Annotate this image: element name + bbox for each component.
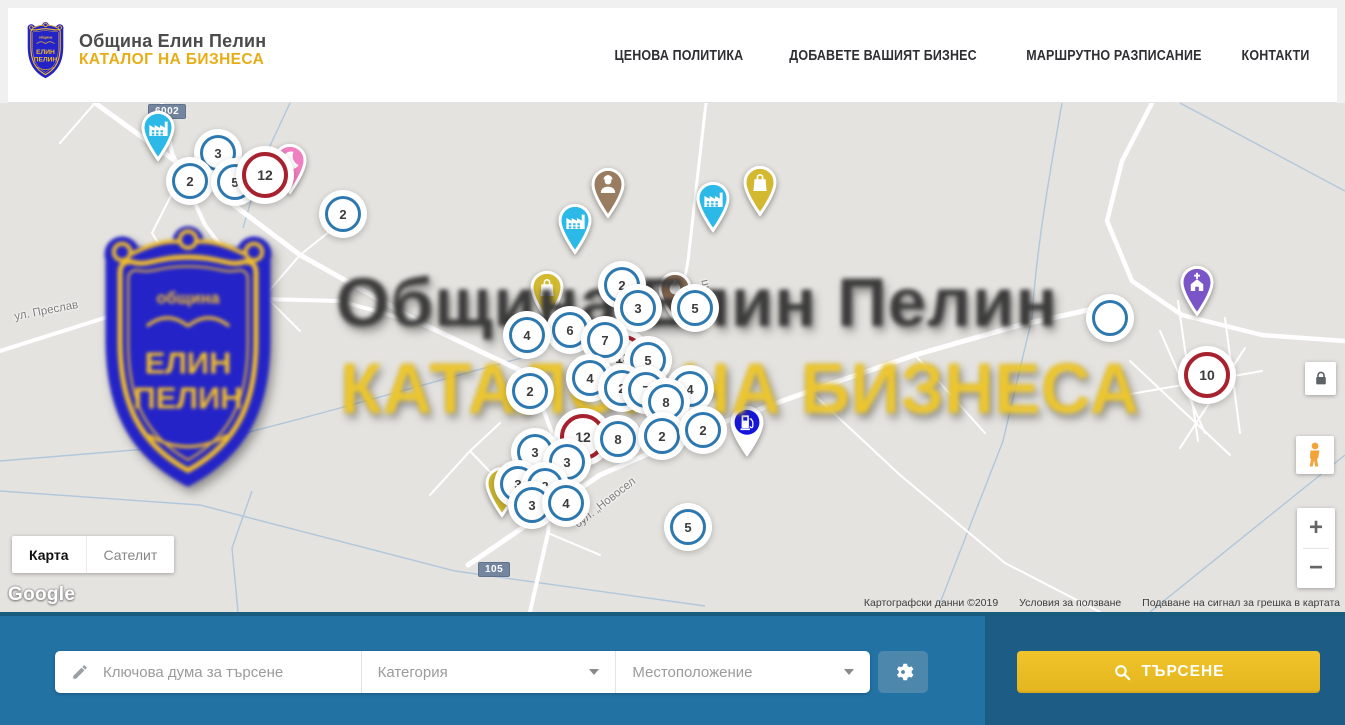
cluster-marker[interactable]: 4 (572, 360, 608, 396)
category-select-label: Категория (378, 664, 448, 681)
search-icon (1113, 663, 1132, 682)
cluster-marker[interactable]: 7 (587, 322, 623, 358)
search-bar: Категория Местоположение ТЪРСЕНЕ (0, 612, 1345, 725)
cluster-marker[interactable]: 4 (509, 317, 545, 353)
crest-name-line2: ПЕЛИН (34, 56, 58, 63)
map-attribution: Картографски данни ©2019 Условия за полз… (846, 597, 1340, 609)
pencil-icon (71, 663, 89, 681)
cluster-marker[interactable]: 12 (242, 152, 288, 198)
chevron-down-icon (844, 669, 854, 675)
cluster-marker[interactable]: 5 (677, 290, 713, 326)
header: община ЕЛИН ПЕЛИН Община Елин Пелин КАТА… (0, 0, 1345, 103)
map-canvas[interactable]: 6002105ул. Преславбул. „Новоселци 13 общ… (0, 103, 1345, 612)
category-select[interactable]: Категория (361, 651, 616, 693)
crest-top-text: община (39, 36, 53, 40)
header-inner: община ЕЛИН ПЕЛИН Община Елин Пелин КАТА… (8, 8, 1337, 103)
cluster-marker[interactable]: 3 (620, 290, 656, 326)
main-nav: ЦЕНОВА ПОЛИТИКА ДОБАВЕТЕ ВАШИЯТ БИЗНЕС МАР… (598, 8, 1321, 103)
zoom-control: + − (1297, 508, 1335, 588)
nav-item-1[interactable]: ЦЕНОВА ПОЛИТИКА (609, 48, 748, 64)
lock-icon (1314, 371, 1328, 386)
logo-title: Община Елин Пелин (79, 31, 266, 52)
clusters-layer: 325122235647542274812822333834510 (0, 103, 1345, 612)
search-button[interactable]: ТЪРСЕНЕ (1017, 651, 1320, 693)
municipality-crest-icon: община ЕЛИН ПЕЛИН (22, 20, 69, 80)
search-button-label: ТЪРСЕНЕ (1142, 663, 1225, 681)
nav-item-2[interactable]: ДОБАВЕТЕ ВАШИЯТ БИЗНЕС (784, 48, 982, 64)
logo-subtitle: КАТАЛОГ НА БИЗНЕСА (79, 51, 266, 69)
scroll-lock-button[interactable] (1305, 362, 1336, 395)
location-select[interactable]: Местоположение (615, 651, 870, 693)
cluster-marker[interactable]: 2 (172, 163, 208, 199)
cluster-marker[interactable]: 3 (514, 487, 550, 523)
chevron-down-icon (589, 669, 599, 675)
keyword-search-input[interactable] (101, 663, 361, 682)
cluster-marker[interactable]: 10 (1184, 352, 1230, 398)
advanced-options-button[interactable] (878, 651, 928, 693)
cluster-marker[interactable]: 5 (670, 509, 706, 545)
cluster-marker[interactable]: 8 (600, 421, 636, 457)
search-fields: Категория Местоположение (55, 651, 870, 693)
site-logo[interactable]: община ЕЛИН ПЕЛИН Община Елин Пелин КАТА… (22, 20, 266, 80)
crest-name-line1: ЕЛИН (36, 49, 55, 56)
map-data-copyright: Картографски данни ©2019 (864, 597, 998, 609)
logo-text: Община Елин Пелин КАТАЛОГ НА БИЗНЕСА (79, 31, 266, 70)
report-error-link[interactable]: Подаване на сигнал за грешка в картата (1142, 597, 1340, 609)
google-logo[interactable]: Google (8, 584, 75, 606)
cluster-marker[interactable]: 2 (644, 418, 680, 454)
cluster-marker[interactable]: 2 (512, 373, 548, 409)
cluster-marker[interactable]: 2 (685, 412, 721, 448)
nav-item-3[interactable]: МАРШРУТНО РАЗПИСАНИЕ (1021, 48, 1207, 64)
cluster-marker[interactable]: 3 (517, 434, 553, 470)
pegman-icon (1306, 442, 1324, 468)
zoom-in-button[interactable]: + (1297, 508, 1335, 548)
terms-link[interactable]: Условия за ползване (1019, 597, 1121, 609)
cluster-marker[interactable]: 2 (325, 196, 361, 232)
map-type-satellite-button[interactable]: Сателит (86, 536, 175, 573)
page: община ЕЛИН ПЕЛИН Община Елин Пелин КАТА… (0, 0, 1345, 725)
pegman-button[interactable] (1296, 436, 1334, 474)
gear-icon (892, 661, 914, 683)
map-type-map-button[interactable]: Карта (12, 536, 86, 573)
keyword-field (55, 651, 361, 693)
cluster-marker[interactable]: 8 (648, 384, 684, 420)
cluster-marker[interactable]: 6 (552, 312, 588, 348)
nav-item-4[interactable]: КОНТАКТИ (1236, 48, 1314, 64)
cluster-marker[interactable]: 4 (548, 485, 584, 521)
map-type-control: Карта Сателит (12, 536, 174, 573)
zoom-out-button[interactable]: − (1297, 549, 1335, 589)
location-select-label: Местоположение (632, 664, 752, 681)
